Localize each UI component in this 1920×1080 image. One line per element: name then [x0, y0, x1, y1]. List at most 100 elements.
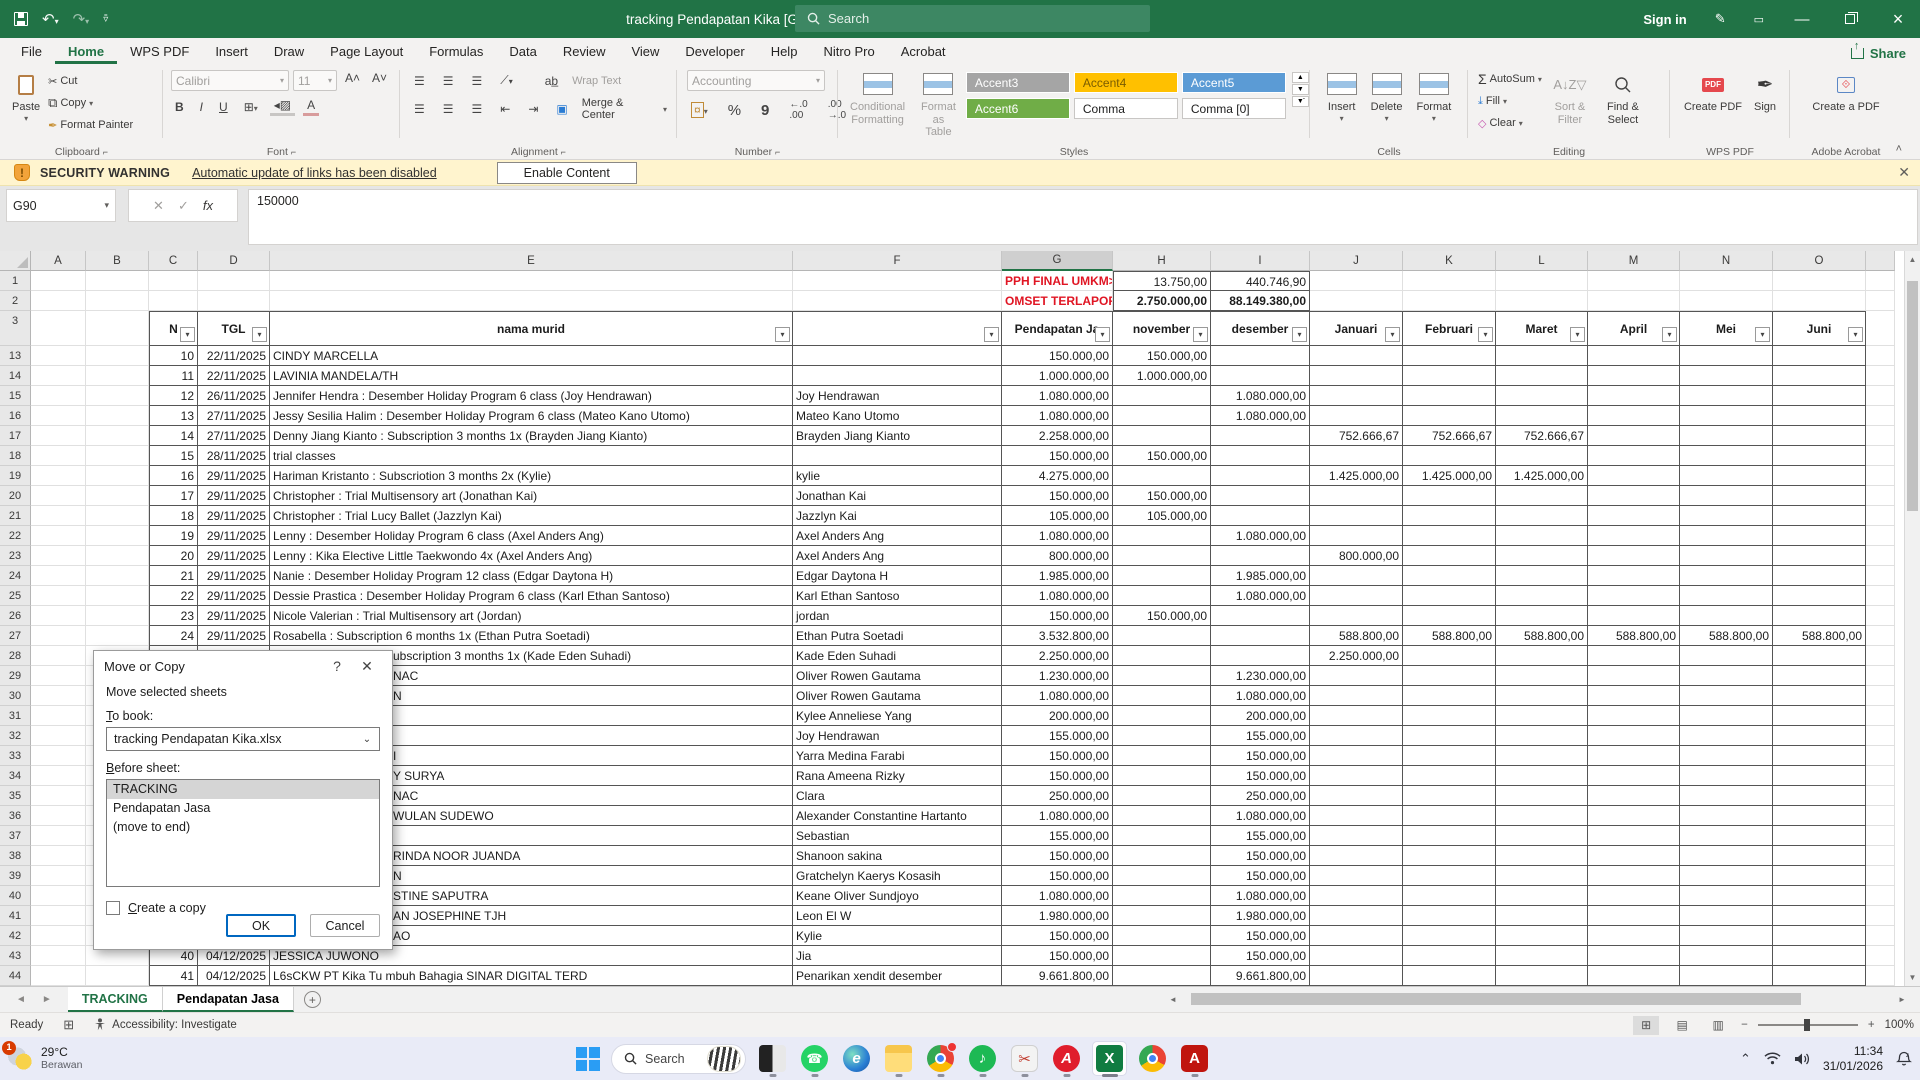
row-header-17[interactable]: 17	[0, 426, 31, 446]
cell-juni[interactable]	[1773, 366, 1866, 386]
cell-februari[interactable]	[1403, 946, 1496, 966]
tab-home[interactable]: Home	[55, 40, 117, 64]
cell-maret[interactable]	[1496, 966, 1588, 986]
cell-januari[interactable]	[1310, 806, 1403, 826]
cell-student[interactable]: Gratchelyn Kaerys Kosasih	[793, 866, 1002, 886]
cell-februari[interactable]	[1403, 906, 1496, 926]
cell-maret[interactable]	[1496, 706, 1588, 726]
row-header-14[interactable]: 14	[0, 366, 31, 386]
cell-juni[interactable]	[1773, 966, 1866, 986]
cell-student[interactable]: Clara	[793, 786, 1002, 806]
cell-januari[interactable]	[1310, 926, 1403, 946]
cell[interactable]	[1866, 291, 1895, 311]
cell-nama-murid[interactable]: trial classes	[270, 446, 793, 466]
cell-no[interactable]: 18	[149, 506, 198, 526]
column-filter-header[interactable]: ▾	[793, 311, 1002, 346]
cell[interactable]	[1773, 271, 1866, 291]
cell-pendapatan[interactable]: 4.275.000,00	[1002, 466, 1113, 486]
cell-mei[interactable]	[1680, 906, 1773, 926]
cell-pendapatan[interactable]: 150.000,00	[1002, 866, 1113, 886]
zoom-slider-thumb[interactable]	[1804, 1019, 1810, 1031]
cell-november[interactable]	[1113, 766, 1211, 786]
cell-april[interactable]	[1588, 666, 1680, 686]
column-filter-header[interactable]: Maret▾	[1496, 311, 1588, 346]
cell-januari[interactable]: 1.425.000,00	[1310, 466, 1403, 486]
formula-input[interactable]: 150000	[248, 189, 1918, 245]
page-break-view-icon[interactable]: ▥	[1705, 1016, 1731, 1035]
cell-maret[interactable]	[1496, 846, 1588, 866]
cell-maret[interactable]	[1496, 886, 1588, 906]
cell-desember[interactable]: 1.980.000,00	[1211, 906, 1310, 926]
cell-november[interactable]	[1113, 926, 1211, 946]
cell-nama-murid[interactable]: Jennifer Hendra : Desember Holiday Progr…	[270, 386, 793, 406]
cell-februari[interactable]	[1403, 646, 1496, 666]
cell-student[interactable]: Kylee Anneliese Yang	[793, 706, 1002, 726]
cell-april[interactable]	[1588, 446, 1680, 466]
cell-student[interactable]: Karl Ethan Santoso	[793, 586, 1002, 606]
cell-pendapatan[interactable]: 800.000,00	[1002, 546, 1113, 566]
style-comma[interactable]: Comma	[1074, 98, 1178, 119]
row-header-31[interactable]: 31	[0, 706, 31, 726]
cell-november[interactable]	[1113, 686, 1211, 706]
align-center-icon[interactable]: ☰	[439, 101, 458, 117]
row-header-21[interactable]: 21	[0, 506, 31, 526]
cell[interactable]	[86, 426, 149, 446]
column-header-K[interactable]: K	[1403, 251, 1496, 271]
cell-nama-murid[interactable]: Nanie : Desember Holiday Program 12 clas…	[270, 566, 793, 586]
cell-februari[interactable]	[1403, 766, 1496, 786]
cell-februari[interactable]	[1403, 366, 1496, 386]
cell-pendapatan[interactable]: 1.080.000,00	[1002, 386, 1113, 406]
cell[interactable]	[1403, 271, 1496, 291]
cell-mei[interactable]	[1680, 866, 1773, 886]
cell[interactable]	[1866, 271, 1895, 291]
before-sheet-listbox[interactable]: TRACKINGPendapatan Jasa(move to end)	[106, 779, 380, 887]
style-accent6[interactable]: Accent6	[966, 98, 1070, 119]
row-header-33[interactable]: 33	[0, 746, 31, 766]
cell-april[interactable]: 588.800,00	[1588, 626, 1680, 646]
cell-mei[interactable]	[1680, 466, 1773, 486]
cell-desember[interactable]: 200.000,00	[1211, 706, 1310, 726]
column-filter-header[interactable]: Juni▾	[1773, 311, 1866, 346]
cell-no[interactable]: 23	[149, 606, 198, 626]
cell-no[interactable]: 14	[149, 426, 198, 446]
cell[interactable]	[31, 426, 86, 446]
row-header-40[interactable]: 40	[0, 886, 31, 906]
cell[interactable]	[1866, 906, 1895, 926]
cell-nama-murid[interactable]: Lenny : Desember Holiday Program 6 class…	[270, 526, 793, 546]
cell-juni[interactable]	[1773, 506, 1866, 526]
row-header-1[interactable]: 1	[0, 271, 31, 291]
create-copy-checkbox[interactable]	[106, 901, 120, 915]
cell[interactable]	[86, 346, 149, 366]
cell[interactable]	[1866, 626, 1895, 646]
cell[interactable]	[31, 926, 86, 946]
cell-desember[interactable]	[1211, 626, 1310, 646]
cell[interactable]	[1866, 886, 1895, 906]
acrobat-create-pdf-button[interactable]: ⟐ Create a PDF	[1806, 68, 1885, 118]
cell-mei[interactable]	[1680, 386, 1773, 406]
cell-april[interactable]	[1588, 426, 1680, 446]
cell-desember[interactable]: 1.080.000,00	[1211, 386, 1310, 406]
cell[interactable]	[1866, 766, 1895, 786]
cell-november[interactable]: 150.000,00	[1113, 486, 1211, 506]
taskbar-search[interactable]: Search	[611, 1044, 746, 1074]
cell-januari[interactable]	[1310, 686, 1403, 706]
cell-januari[interactable]	[1310, 966, 1403, 986]
cell-mei[interactable]	[1680, 446, 1773, 466]
cell[interactable]	[86, 311, 149, 346]
row-header-18[interactable]: 18	[0, 446, 31, 466]
cell-pendapatan[interactable]: 2.258.000,00	[1002, 426, 1113, 446]
cell-april[interactable]	[1588, 966, 1680, 986]
cell-tgl[interactable]: 27/11/2025	[198, 406, 270, 426]
wps-sign-button[interactable]: ✒ Sign	[1748, 68, 1782, 118]
cell-tgl[interactable]: 29/11/2025	[198, 546, 270, 566]
cell-pendapatan[interactable]: 1.980.000,00	[1002, 906, 1113, 926]
filter-icon[interactable]: ▾	[252, 327, 267, 342]
cell-juni[interactable]	[1773, 866, 1866, 886]
summary-value[interactable]: 13.750,00	[1113, 271, 1211, 291]
snipping-tool-icon-button[interactable]: ✂	[1008, 1042, 1041, 1075]
cell-no[interactable]: 16	[149, 466, 198, 486]
cell[interactable]	[31, 826, 86, 846]
cell-juni[interactable]	[1773, 786, 1866, 806]
cell-maret[interactable]	[1496, 926, 1588, 946]
cell[interactable]	[270, 291, 793, 311]
